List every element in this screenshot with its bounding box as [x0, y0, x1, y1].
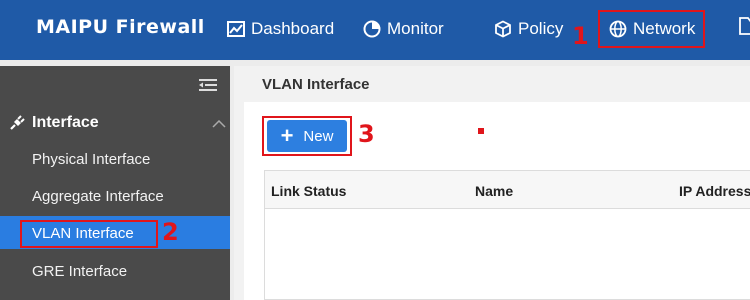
- main-panel: VLAN Interface + New 3 Link Status Name …: [234, 66, 750, 300]
- nav-policy[interactable]: Policy: [494, 16, 563, 42]
- plus-icon: +: [280, 123, 294, 148]
- sidebar-item-vlan-interface[interactable]: VLAN Interface: [20, 220, 158, 248]
- nav-network-label: Network: [633, 19, 696, 38]
- vlan-interface-table: Link Status Name IP Address: [264, 170, 750, 300]
- step-annotation-1: 1: [572, 22, 589, 50]
- sidebar-section-label: Interface: [32, 114, 99, 131]
- dashboard-icon: [227, 21, 245, 37]
- collapse-menu-icon[interactable]: [199, 78, 217, 92]
- column-header-ip-address[interactable]: IP Address: [679, 183, 750, 199]
- chevron-up-icon[interactable]: [212, 120, 226, 128]
- page-title: VLAN Interface: [262, 76, 370, 93]
- sidebar: Interface Physical Interface Aggregate I…: [0, 66, 230, 300]
- new-button[interactable]: + New: [267, 120, 347, 152]
- nav-more-icon[interactable]: [736, 16, 750, 36]
- nav-network[interactable]: Network: [609, 16, 695, 42]
- sidebar-item-aggregate-interface[interactable]: Aggregate Interface: [32, 188, 164, 205]
- plug-icon: [10, 115, 25, 130]
- red-marker: [478, 128, 484, 134]
- cube-icon: [495, 20, 511, 38]
- nav-monitor[interactable]: Monitor: [363, 16, 444, 42]
- nav-monitor-label: Monitor: [387, 19, 444, 38]
- column-header-name[interactable]: Name: [475, 183, 513, 199]
- sidebar-item-gre-interface[interactable]: GRE Interface: [32, 263, 127, 280]
- sidebar-section-interface[interactable]: Interface: [8, 114, 99, 132]
- new-button-label: New: [303, 127, 334, 145]
- table-header: Link Status Name IP Address: [265, 171, 750, 209]
- globe-icon: [609, 20, 627, 38]
- top-nav-bar: MAIPU Firewall Dashboard Monitor Policy …: [0, 0, 750, 60]
- pie-chart-icon: [363, 20, 381, 38]
- step-annotation-2: 2: [162, 218, 179, 246]
- sidebar-item-physical-interface[interactable]: Physical Interface: [32, 151, 150, 168]
- column-header-link-status[interactable]: Link Status: [271, 183, 346, 199]
- nav-dashboard[interactable]: Dashboard: [227, 16, 334, 42]
- brand-logo: MAIPU Firewall: [36, 16, 205, 38]
- nav-dashboard-label: Dashboard: [251, 19, 335, 38]
- nav-policy-label: Policy: [518, 19, 564, 38]
- step-annotation-3: 3: [358, 120, 375, 148]
